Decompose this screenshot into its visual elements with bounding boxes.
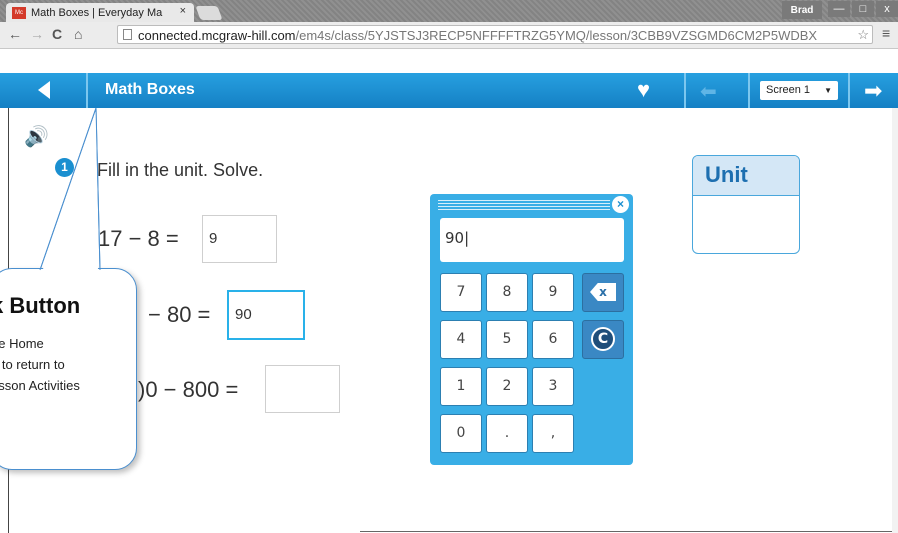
unit-label: Unit [693, 156, 799, 196]
forward-icon[interactable]: → [30, 26, 44, 42]
problem-number-badge: 1 [55, 158, 74, 177]
user-profile-button[interactable]: Brad [782, 1, 822, 19]
favicon-icon: Mc [12, 6, 26, 19]
callout-title: k Button [0, 293, 81, 318]
backspace-button[interactable]: x [582, 273, 624, 312]
page-top-area [0, 49, 898, 73]
bookmark-star-icon[interactable]: ☆ [857, 26, 869, 43]
previous-screen-icon[interactable]: ⬅ [700, 79, 717, 104]
tab-close-icon[interactable]: × [180, 5, 186, 17]
next-screen-icon[interactable]: ➡ [864, 78, 882, 104]
answer-box-2[interactable]: 90 [227, 290, 305, 340]
screen-select[interactable]: Screen 1 ▼ [760, 81, 838, 100]
help-callout: k Button he Home n to return to esson Ac… [0, 268, 137, 470]
keypad-display[interactable]: 90| [440, 218, 624, 262]
key-5[interactable]: 5 [486, 320, 528, 359]
address-bar[interactable]: connected.mcgraw-hill.com/em4s/class/5YJ… [117, 25, 873, 44]
browser-menu-icon[interactable]: ≡ [882, 25, 890, 41]
close-window-button[interactable]: x [876, 1, 898, 17]
equation-3-expression: )0 − 800 = [138, 377, 239, 402]
clear-icon: C [591, 327, 615, 351]
callout-text: he Home n to return to esson Activities [0, 333, 141, 396]
callout-line: n to return to [0, 357, 65, 372]
keypad-close-icon[interactable]: × [612, 196, 629, 213]
app-header: Math Boxes ♥ ⬅ Screen 1 ▼ ➡ [0, 73, 898, 108]
back-arrow-icon [38, 81, 50, 99]
number-keypad[interactable]: × 90| 7 8 9 x 4 5 6 C 1 2 3 0 . , [430, 194, 633, 465]
key-9[interactable]: 9 [532, 273, 574, 312]
url-host: connected.mcgraw-hill.com [138, 28, 296, 43]
screen-select-value: Screen 1 [766, 84, 811, 96]
callout-line: esson Activities [0, 378, 80, 393]
tab-title: Math Boxes | Everyday Ma [31, 6, 163, 19]
home-icon[interactable]: ⌂ [74, 26, 82, 42]
key-2[interactable]: 2 [486, 367, 528, 406]
answer-box-1[interactable]: 9 [202, 215, 277, 263]
browser-toolbar: ← → C ⌂ connected.mcgraw-hill.com/em4s/c… [0, 22, 898, 49]
window-titlebar: Mc Math Boxes | Everyday Ma × Brad — □ x [0, 0, 898, 22]
key-comma[interactable]: , [532, 414, 574, 453]
scrollbar[interactable] [892, 108, 898, 533]
key-decimal[interactable]: . [486, 414, 528, 453]
keypad-drag-handle[interactable] [438, 200, 610, 210]
callout-line: he Home [0, 336, 44, 351]
key-3[interactable]: 3 [532, 367, 574, 406]
maximize-button[interactable]: □ [852, 1, 874, 17]
key-1[interactable]: 1 [440, 367, 482, 406]
chevron-down-icon: ▼ [824, 86, 832, 95]
key-8[interactable]: 8 [486, 273, 528, 312]
minimize-button[interactable]: — [828, 1, 850, 17]
url-path: /em4s/class/5YJSTSJ3RECP5NFFFFTRZG5YMQ/l… [295, 28, 818, 43]
reload-icon[interactable]: C [52, 26, 62, 42]
answer-box-3[interactable] [265, 365, 340, 413]
problem-instruction: Fill in the unit. Solve. [97, 160, 264, 180]
key-4[interactable]: 4 [440, 320, 482, 359]
page-icon [123, 29, 132, 40]
browser-tab[interactable]: Mc Math Boxes | Everyday Ma × [6, 3, 194, 22]
key-6[interactable]: 6 [532, 320, 574, 359]
header-divider [848, 73, 850, 108]
new-tab-button[interactable] [195, 6, 223, 20]
header-divider [684, 73, 686, 108]
content-divider [360, 531, 892, 532]
backspace-icon: x [590, 283, 616, 301]
unit-value[interactable] [693, 196, 799, 253]
clear-button[interactable]: C [582, 320, 624, 359]
equation-2-expression: − 80 = [148, 302, 211, 327]
app-title: Math Boxes [105, 81, 195, 98]
header-divider [748, 73, 750, 108]
back-button[interactable] [16, 73, 88, 108]
unit-box[interactable]: Unit [692, 155, 800, 254]
key-0[interactable]: 0 [440, 414, 482, 453]
speaker-icon[interactable]: 🔊 [24, 124, 49, 149]
back-icon[interactable]: ← [8, 26, 22, 42]
key-7[interactable]: 7 [440, 273, 482, 312]
heart-icon[interactable]: ♥ [637, 77, 650, 103]
equation-1-expression: 17 − 8 = [98, 226, 179, 251]
